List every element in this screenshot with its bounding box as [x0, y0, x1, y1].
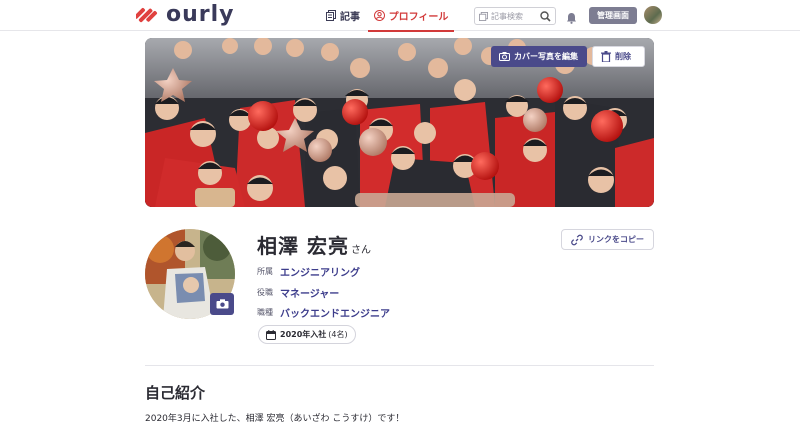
copy-link-button[interactable]: リンクをコピー — [561, 229, 654, 250]
nav-profile[interactable]: プロフィール — [368, 0, 454, 32]
intro-title: 自己紹介 — [145, 384, 206, 402]
change-avatar-button[interactable] — [210, 293, 234, 315]
search-placeholder: 記事検索 — [491, 11, 523, 21]
joined-count: (4名) — [328, 330, 348, 339]
logo[interactable]: ourly — [134, 2, 235, 27]
edit-cover-label: カバー写真を編集 — [514, 52, 578, 61]
profile-honorific: さん — [350, 245, 371, 256]
field-job-type-key: 職種 — [257, 308, 273, 317]
section-divider — [145, 365, 654, 366]
field-department-key: 所属 — [257, 267, 273, 276]
delete-cover-button[interactable]: 削除 — [592, 46, 645, 67]
logo-text: ourly — [166, 2, 235, 27]
articles-icon — [326, 10, 336, 21]
field-job-type-value[interactable]: バックエンドエンジニア — [280, 305, 390, 320]
logo-mark-icon — [134, 4, 158, 26]
cover-photo: カバー写真を編集 削除 — [145, 38, 654, 207]
nav-profile-label: プロフィール — [388, 12, 449, 23]
field-department: 所属 エンジニアリング — [257, 264, 360, 279]
camera-icon — [216, 299, 228, 309]
header-avatar[interactable] — [644, 6, 662, 24]
trash-icon — [601, 51, 611, 62]
joined-year-label: 2020年入社 — [280, 330, 327, 339]
profile-name-row: 相澤 宏亮 さん — [257, 230, 371, 259]
link-icon — [571, 234, 583, 245]
field-position: 役職 マネージャー — [257, 285, 339, 300]
search-input[interactable]: 記事検索 — [474, 7, 556, 25]
admin-button[interactable]: 管理画面 — [589, 7, 637, 24]
nav-articles-label: 記事 — [340, 12, 360, 23]
profile-avatar-area — [145, 229, 235, 319]
profile-name: 相澤 宏亮 — [257, 234, 349, 258]
nav-articles[interactable]: 記事 — [326, 0, 360, 31]
camera-icon — [499, 52, 510, 61]
calendar-icon — [266, 329, 276, 340]
delete-cover-label: 削除 — [615, 52, 631, 61]
copy-link-label: リンクをコピー — [588, 235, 644, 244]
field-department-value[interactable]: エンジニアリング — [280, 264, 360, 279]
edit-cover-button[interactable]: カバー写真を編集 — [491, 46, 587, 67]
search-icon[interactable] — [540, 10, 551, 22]
profile-icon — [373, 10, 385, 21]
intro-text: 2020年3月に入社した、相澤 宏亮（あいざわ こうすけ）です！ — [145, 414, 405, 424]
field-job-type: 職種 バックエンドエンジニア — [257, 305, 390, 320]
top-header: ourly 記事 プロフィール 記事検索 管理画面 — [0, 0, 800, 32]
field-position-key: 役職 — [257, 288, 273, 297]
bell-icon[interactable] — [566, 9, 577, 28]
field-position-value[interactable]: マネージャー — [280, 285, 339, 300]
joined-year-chip[interactable]: 2020年入社 (4名) — [258, 325, 356, 344]
search-field-articles-icon — [479, 11, 488, 21]
